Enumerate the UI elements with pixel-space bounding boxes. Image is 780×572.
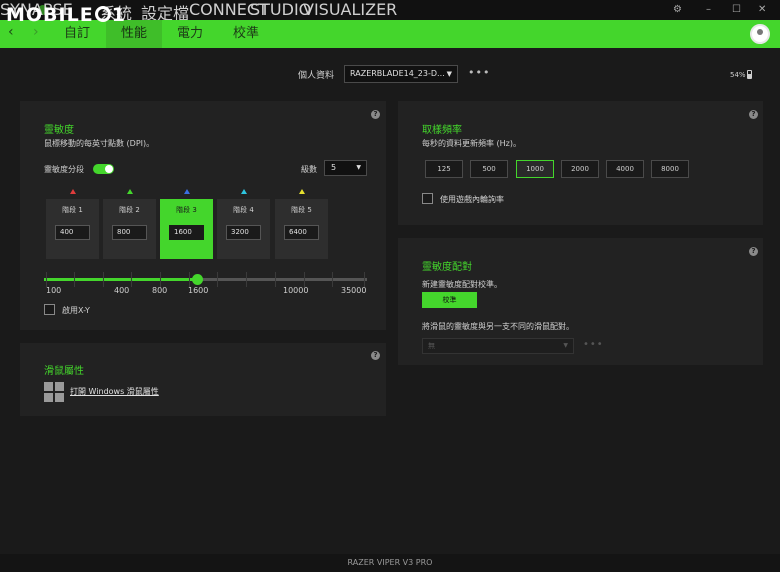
dpi-stage-4[interactable]: 階段 4 3200 bbox=[217, 199, 270, 259]
slider-label: 100 bbox=[46, 286, 62, 295]
stage-label: 階段 4 bbox=[233, 206, 254, 214]
polling-rate-4000-button[interactable]: 4000 bbox=[606, 160, 644, 178]
levels-dropdown[interactable]: 5 ▼ bbox=[324, 160, 367, 176]
dpi-slider-fill bbox=[44, 278, 197, 281]
polling-desc: 每秒的資料更新頻率 (Hz)。 bbox=[422, 139, 521, 148]
chevron-down-icon: ▼ bbox=[446, 70, 452, 78]
dpi-slider-track[interactable] bbox=[44, 278, 367, 281]
chevron-down-icon: ▼ bbox=[563, 342, 568, 349]
stage-color-indicator-icon bbox=[184, 189, 190, 194]
slider-tick bbox=[364, 272, 365, 287]
dpi-stage-1[interactable]: 階段 1 400 bbox=[46, 199, 99, 259]
stage-label: 階段 5 bbox=[291, 206, 312, 214]
mouse-properties-panel bbox=[20, 343, 386, 416]
slider-tick bbox=[74, 272, 75, 287]
top-nav-item[interactable]: VISUALIZER bbox=[303, 0, 397, 19]
levels-label: 級數 bbox=[301, 165, 317, 174]
slider-label: 800 bbox=[152, 286, 168, 295]
watermark-text: MOBILE bbox=[6, 4, 94, 26]
stage-dpi-input[interactable]: 1600 bbox=[169, 225, 204, 240]
matching-more-icon[interactable]: ••• bbox=[583, 339, 604, 350]
profile-more-icon[interactable]: ••• bbox=[468, 66, 490, 79]
battery-percent: 54% bbox=[730, 71, 746, 79]
game-polling-checkbox[interactable] bbox=[422, 193, 433, 204]
polling-rate-125-button[interactable]: 125 bbox=[425, 160, 463, 178]
slider-tick bbox=[217, 272, 218, 287]
sensitivity-help-icon[interactable]: ? bbox=[371, 110, 380, 119]
maximize-button[interactable]: ☐ bbox=[732, 0, 741, 20]
slider-tick bbox=[103, 272, 104, 287]
polling-rate-2000-button[interactable]: 2000 bbox=[561, 160, 599, 178]
slider-tick bbox=[160, 272, 161, 287]
stage-color-indicator-icon bbox=[241, 189, 247, 194]
slider-label: 10000 bbox=[283, 286, 309, 295]
matching-desc2: 將滑鼠的靈敏度與另一支不同的滑鼠配對。 bbox=[422, 322, 574, 331]
slider-tick bbox=[304, 272, 305, 287]
stage-dpi-input[interactable]: 400 bbox=[55, 225, 90, 240]
watermark-number: 1 bbox=[111, 4, 126, 26]
dpi-stage-3[interactable]: 階段 3 1600 bbox=[160, 199, 213, 259]
slider-tick bbox=[332, 272, 333, 287]
mobile01-watermark: MOBILE 1 bbox=[6, 2, 126, 28]
stage-label: 階段 1 bbox=[62, 206, 83, 214]
stage-color-indicator-icon bbox=[70, 189, 76, 194]
tab-power[interactable]: 電力 bbox=[162, 20, 218, 48]
match-mouse-dropdown-value: 無 bbox=[428, 342, 435, 350]
close-button[interactable]: ✕ bbox=[758, 0, 766, 20]
slider-tick bbox=[46, 272, 47, 287]
chevron-down-icon: ▼ bbox=[356, 164, 361, 171]
xy-label: 啟用X-Y bbox=[62, 306, 90, 315]
windows-logo-icon bbox=[44, 382, 64, 402]
device-footer: RAZER VIPER V3 PRO bbox=[0, 554, 780, 572]
slider-tick bbox=[131, 272, 132, 287]
open-windows-mouse-properties-link[interactable]: 打開 Windows 滑鼠屬性 bbox=[70, 386, 159, 397]
game-polling-label: 使用遊戲內輪詢率 bbox=[440, 195, 504, 204]
settings-gear-icon[interactable]: ⚙ bbox=[673, 0, 682, 20]
slider-label: 35000 bbox=[341, 286, 367, 295]
stage-label: 階段 3 bbox=[176, 206, 197, 214]
match-mouse-dropdown[interactable]: 無 ▼ bbox=[422, 338, 574, 354]
matching-help-icon[interactable]: ? bbox=[749, 247, 758, 256]
sensitivity-desc: 鼠標移動的每英寸點數 (DPI)。 bbox=[44, 139, 155, 148]
profile-label: 個人資料 bbox=[298, 71, 335, 81]
dpi-stage-2[interactable]: 階段 2 800 bbox=[103, 199, 156, 259]
matching-title: 靈敏度配對 bbox=[422, 262, 472, 273]
polling-rate-1000-button[interactable]: 1000 bbox=[516, 160, 554, 178]
battery-icon bbox=[747, 70, 752, 79]
polling-rate-500-button[interactable]: 500 bbox=[470, 160, 508, 178]
slider-label: 1600 bbox=[188, 286, 209, 295]
stage-dpi-input[interactable]: 800 bbox=[112, 225, 147, 240]
tab-calibration[interactable]: 校準 bbox=[218, 20, 274, 48]
minimize-button[interactable]: – bbox=[706, 0, 711, 20]
matching-desc: 新建靈敏度配對校準。 bbox=[422, 280, 502, 289]
polling-rate-8000-button[interactable]: 8000 bbox=[651, 160, 689, 178]
stages-toggle[interactable] bbox=[93, 164, 114, 174]
dpi-stage-5[interactable]: 階段 5 6400 bbox=[275, 199, 328, 259]
watermark-ring-icon bbox=[94, 6, 111, 22]
mouse-properties-title: 滑鼠屬性 bbox=[44, 366, 84, 377]
levels-dropdown-value: 5 bbox=[331, 163, 337, 172]
mouse-properties-help-icon[interactable]: ? bbox=[371, 351, 380, 360]
sensitivity-title: 靈敏度 bbox=[44, 125, 74, 136]
profile-dropdown-value: RAZERBLADE14_23-D... bbox=[350, 69, 445, 78]
polling-title: 取樣頻率 bbox=[422, 125, 462, 136]
slider-tick bbox=[275, 272, 276, 287]
stage-color-indicator-icon bbox=[127, 189, 133, 194]
dpi-slider-thumb[interactable] bbox=[192, 274, 203, 285]
stages-label: 靈敏度分段 bbox=[44, 165, 84, 174]
stage-label: 階段 2 bbox=[119, 206, 140, 214]
slider-tick bbox=[189, 272, 190, 287]
stage-dpi-input[interactable]: 3200 bbox=[226, 225, 261, 240]
stage-color-indicator-icon bbox=[299, 189, 305, 194]
calibrate-button[interactable]: 校準 bbox=[422, 292, 477, 308]
slider-tick bbox=[246, 272, 247, 287]
profile-dropdown[interactable]: RAZERBLADE14_23-D... ▼ bbox=[344, 65, 458, 83]
xy-checkbox[interactable] bbox=[44, 304, 55, 315]
slider-label: 400 bbox=[114, 286, 130, 295]
stage-dpi-input[interactable]: 6400 bbox=[284, 225, 319, 240]
user-avatar[interactable] bbox=[750, 24, 770, 44]
polling-help-icon[interactable]: ? bbox=[749, 110, 758, 119]
